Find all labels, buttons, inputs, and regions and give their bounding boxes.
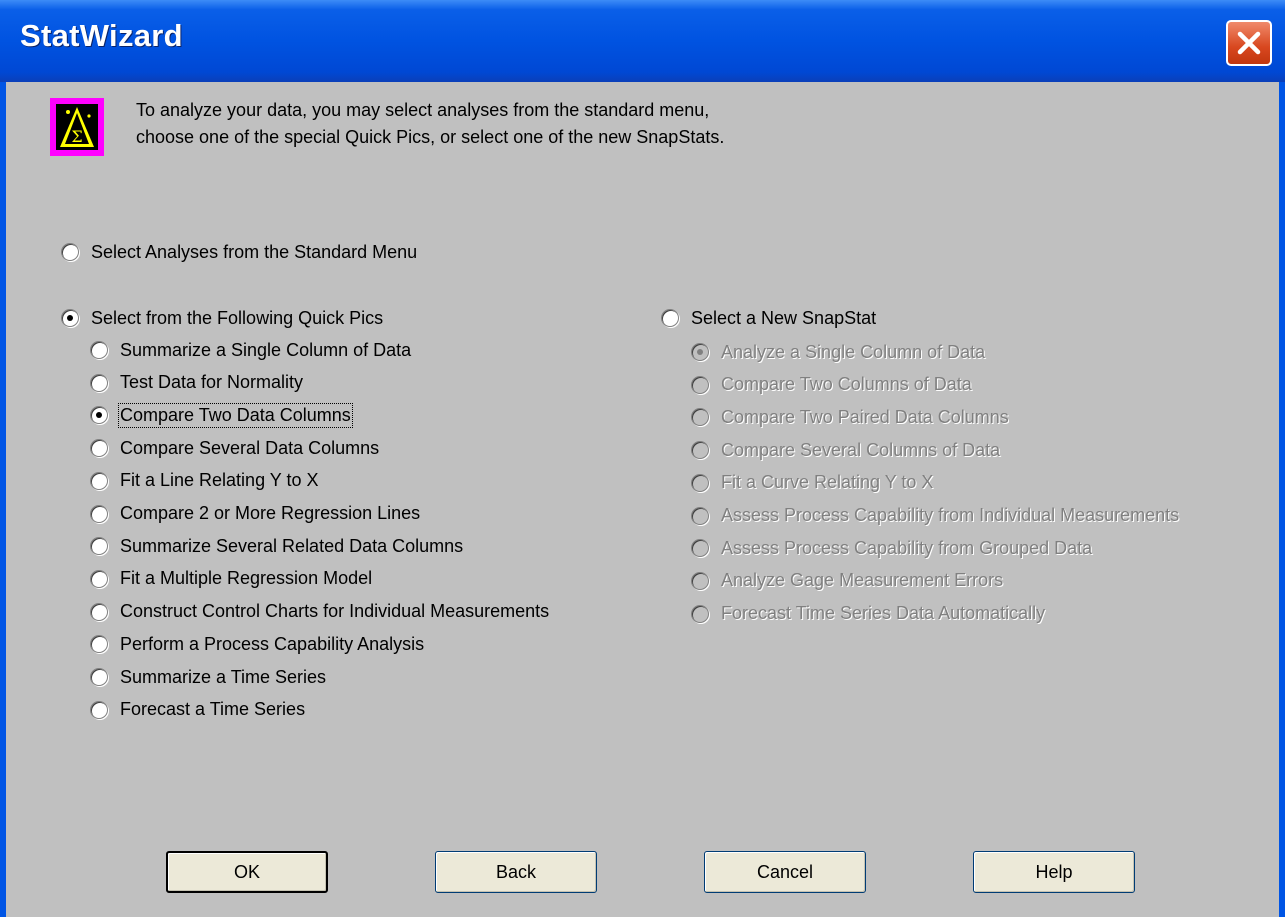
snapstat-label: Compare Two Paired Data Columns [721,406,1009,427]
snapstat-radio [691,473,709,492]
snapstat-label: Assess Process Capability from Grouped D… [721,537,1093,558]
quick-pic-radio[interactable] [90,635,108,654]
snapstat-radio [691,343,709,361]
wizard-icon: Σ [50,98,104,156]
quick-pic-option[interactable]: Test Data for Normality [90,370,303,396]
snapstat-option: Compare Several Columns of Data [691,437,1000,463]
quick-pic-option[interactable]: Summarize Several Related Data Columns [90,533,463,559]
quick-pics-option[interactable]: Select from the Following Quick Pics [61,305,383,331]
snapstat-option: Compare Two Paired Data Columns [691,404,1009,430]
snapstat-radio [691,375,709,394]
quick-pics-label: Select from the Following Quick Pics [91,307,384,328]
quick-pic-radio[interactable] [90,471,108,490]
dialog-body: Σ To analyze your data, you may select a… [6,82,1279,917]
intro-line-1: To analyze your data, you may select ana… [136,100,710,120]
quick-pic-radio[interactable] [90,668,108,686]
snapstat-option: Assess Process Capability from Individua… [691,503,1179,529]
quick-pic-option[interactable]: Summarize a Single Column of Data [90,337,411,363]
quick-pics-radio[interactable] [61,309,79,327]
snapstat-radio [691,539,709,558]
quick-pic-option[interactable]: Construct Control Charts for Individual … [90,599,549,625]
snapstat-label: Compare Several Columns of Data [721,439,1001,460]
snapstat-label: Select a New SnapStat [691,307,877,328]
snapstat-label: Forecast Time Series Data Automatically [721,603,1046,624]
quick-pic-label: Summarize a Time Series [120,666,327,687]
quick-pic-radio[interactable] [90,439,108,458]
snapstat-radio [691,441,709,460]
quick-pic-label: Fit a Multiple Regression Model [120,568,373,589]
intro-text: To analyze your data, you may select ana… [136,97,724,151]
quick-pic-label: Fit a Line Relating Y to X [120,470,319,491]
close-button[interactable] [1226,20,1272,66]
window-title: StatWizard [20,18,183,53]
snapstat-label: Analyze a Single Column of Data [721,341,986,362]
quick-pic-option[interactable]: Summarize a Time Series [90,664,326,690]
quick-pic-label: Test Data for Normality [120,372,304,393]
quick-pic-label: Construct Control Charts for Individual … [120,601,550,622]
snapstat-label: Compare Two Columns of Data [721,374,972,395]
quick-pic-option[interactable]: Perform a Process Capability Analysis [90,631,424,657]
back-button[interactable]: Back [435,851,597,893]
quick-pic-radio[interactable] [90,569,108,588]
snapstat-radio [691,506,709,525]
quick-pic-option[interactable]: Compare Two Data Columns [90,402,353,428]
quick-pic-label: Compare Two Data Columns [118,402,353,428]
quick-pic-option[interactable]: Compare Several Data Columns [90,435,379,461]
snapstat-radio [691,408,709,427]
quick-pic-radio[interactable] [90,373,108,392]
quick-pic-option[interactable]: Fit a Multiple Regression Model [90,566,372,592]
quick-pic-label: Summarize a Single Column of Data [120,339,412,360]
quick-pic-option[interactable]: Forecast a Time Series [90,697,305,723]
quick-pic-label: Perform a Process Capability Analysis [120,633,425,654]
snapstat-option: Fit a Curve Relating Y to X [691,470,933,496]
quick-pic-radio[interactable] [90,406,108,425]
snapstat-label: Assess Process Capability from Individua… [721,505,1180,525]
quick-pic-label: Summarize Several Related Data Columns [120,535,464,556]
snapstat-option: Forecast Time Series Data Automatically [691,601,1045,627]
quick-pic-label: Forecast a Time Series [120,699,306,720]
quick-pic-radio[interactable] [90,700,108,719]
standard-menu-option[interactable]: Select Analyses from the Standard Menu [61,239,417,265]
statwizard-window: StatWizard Σ To analyze your data, you m… [0,0,1285,917]
snapstat-radio [691,571,709,590]
quick-pic-option[interactable]: Fit a Line Relating Y to X [90,468,318,494]
quick-pic-radio[interactable] [90,341,108,359]
snapstat-radio [691,604,709,623]
standard-menu-label: Select Analyses from the Standard Menu [91,241,418,262]
svg-text:Σ: Σ [71,127,82,146]
snapstat-option: Analyze a Single Column of Data [691,339,985,365]
snapstat-option: Compare Two Columns of Data [691,372,972,398]
quick-pic-label: Compare 2 or More Regression Lines [120,503,421,523]
snapstat-radio[interactable] [661,309,679,327]
quick-pic-label: Compare Several Data Columns [120,437,380,458]
snapstat-option[interactable]: Select a New SnapStat [661,305,876,331]
close-icon [1237,31,1261,55]
ok-button[interactable]: OK [166,851,328,893]
quick-pic-radio[interactable] [90,504,108,523]
title-bar[interactable]: StatWizard [0,0,1285,82]
quick-pic-radio[interactable] [90,537,108,556]
cancel-button[interactable]: Cancel [704,851,866,893]
snapstat-label: Fit a Curve Relating Y to X [721,472,934,493]
standard-menu-radio[interactable] [61,243,79,261]
snapstat-label: Analyze Gage Measurement Errors [721,570,1004,591]
quick-pic-option[interactable]: Compare 2 or More Regression Lines [90,501,420,527]
help-button[interactable]: Help [973,851,1135,893]
quick-pic-radio[interactable] [90,602,108,621]
snapstat-option: Analyze Gage Measurement Errors [691,568,1003,594]
snapstat-option: Assess Process Capability from Grouped D… [691,535,1092,561]
intro-line-2: choose one of the special Quick Pics, or… [136,127,725,147]
